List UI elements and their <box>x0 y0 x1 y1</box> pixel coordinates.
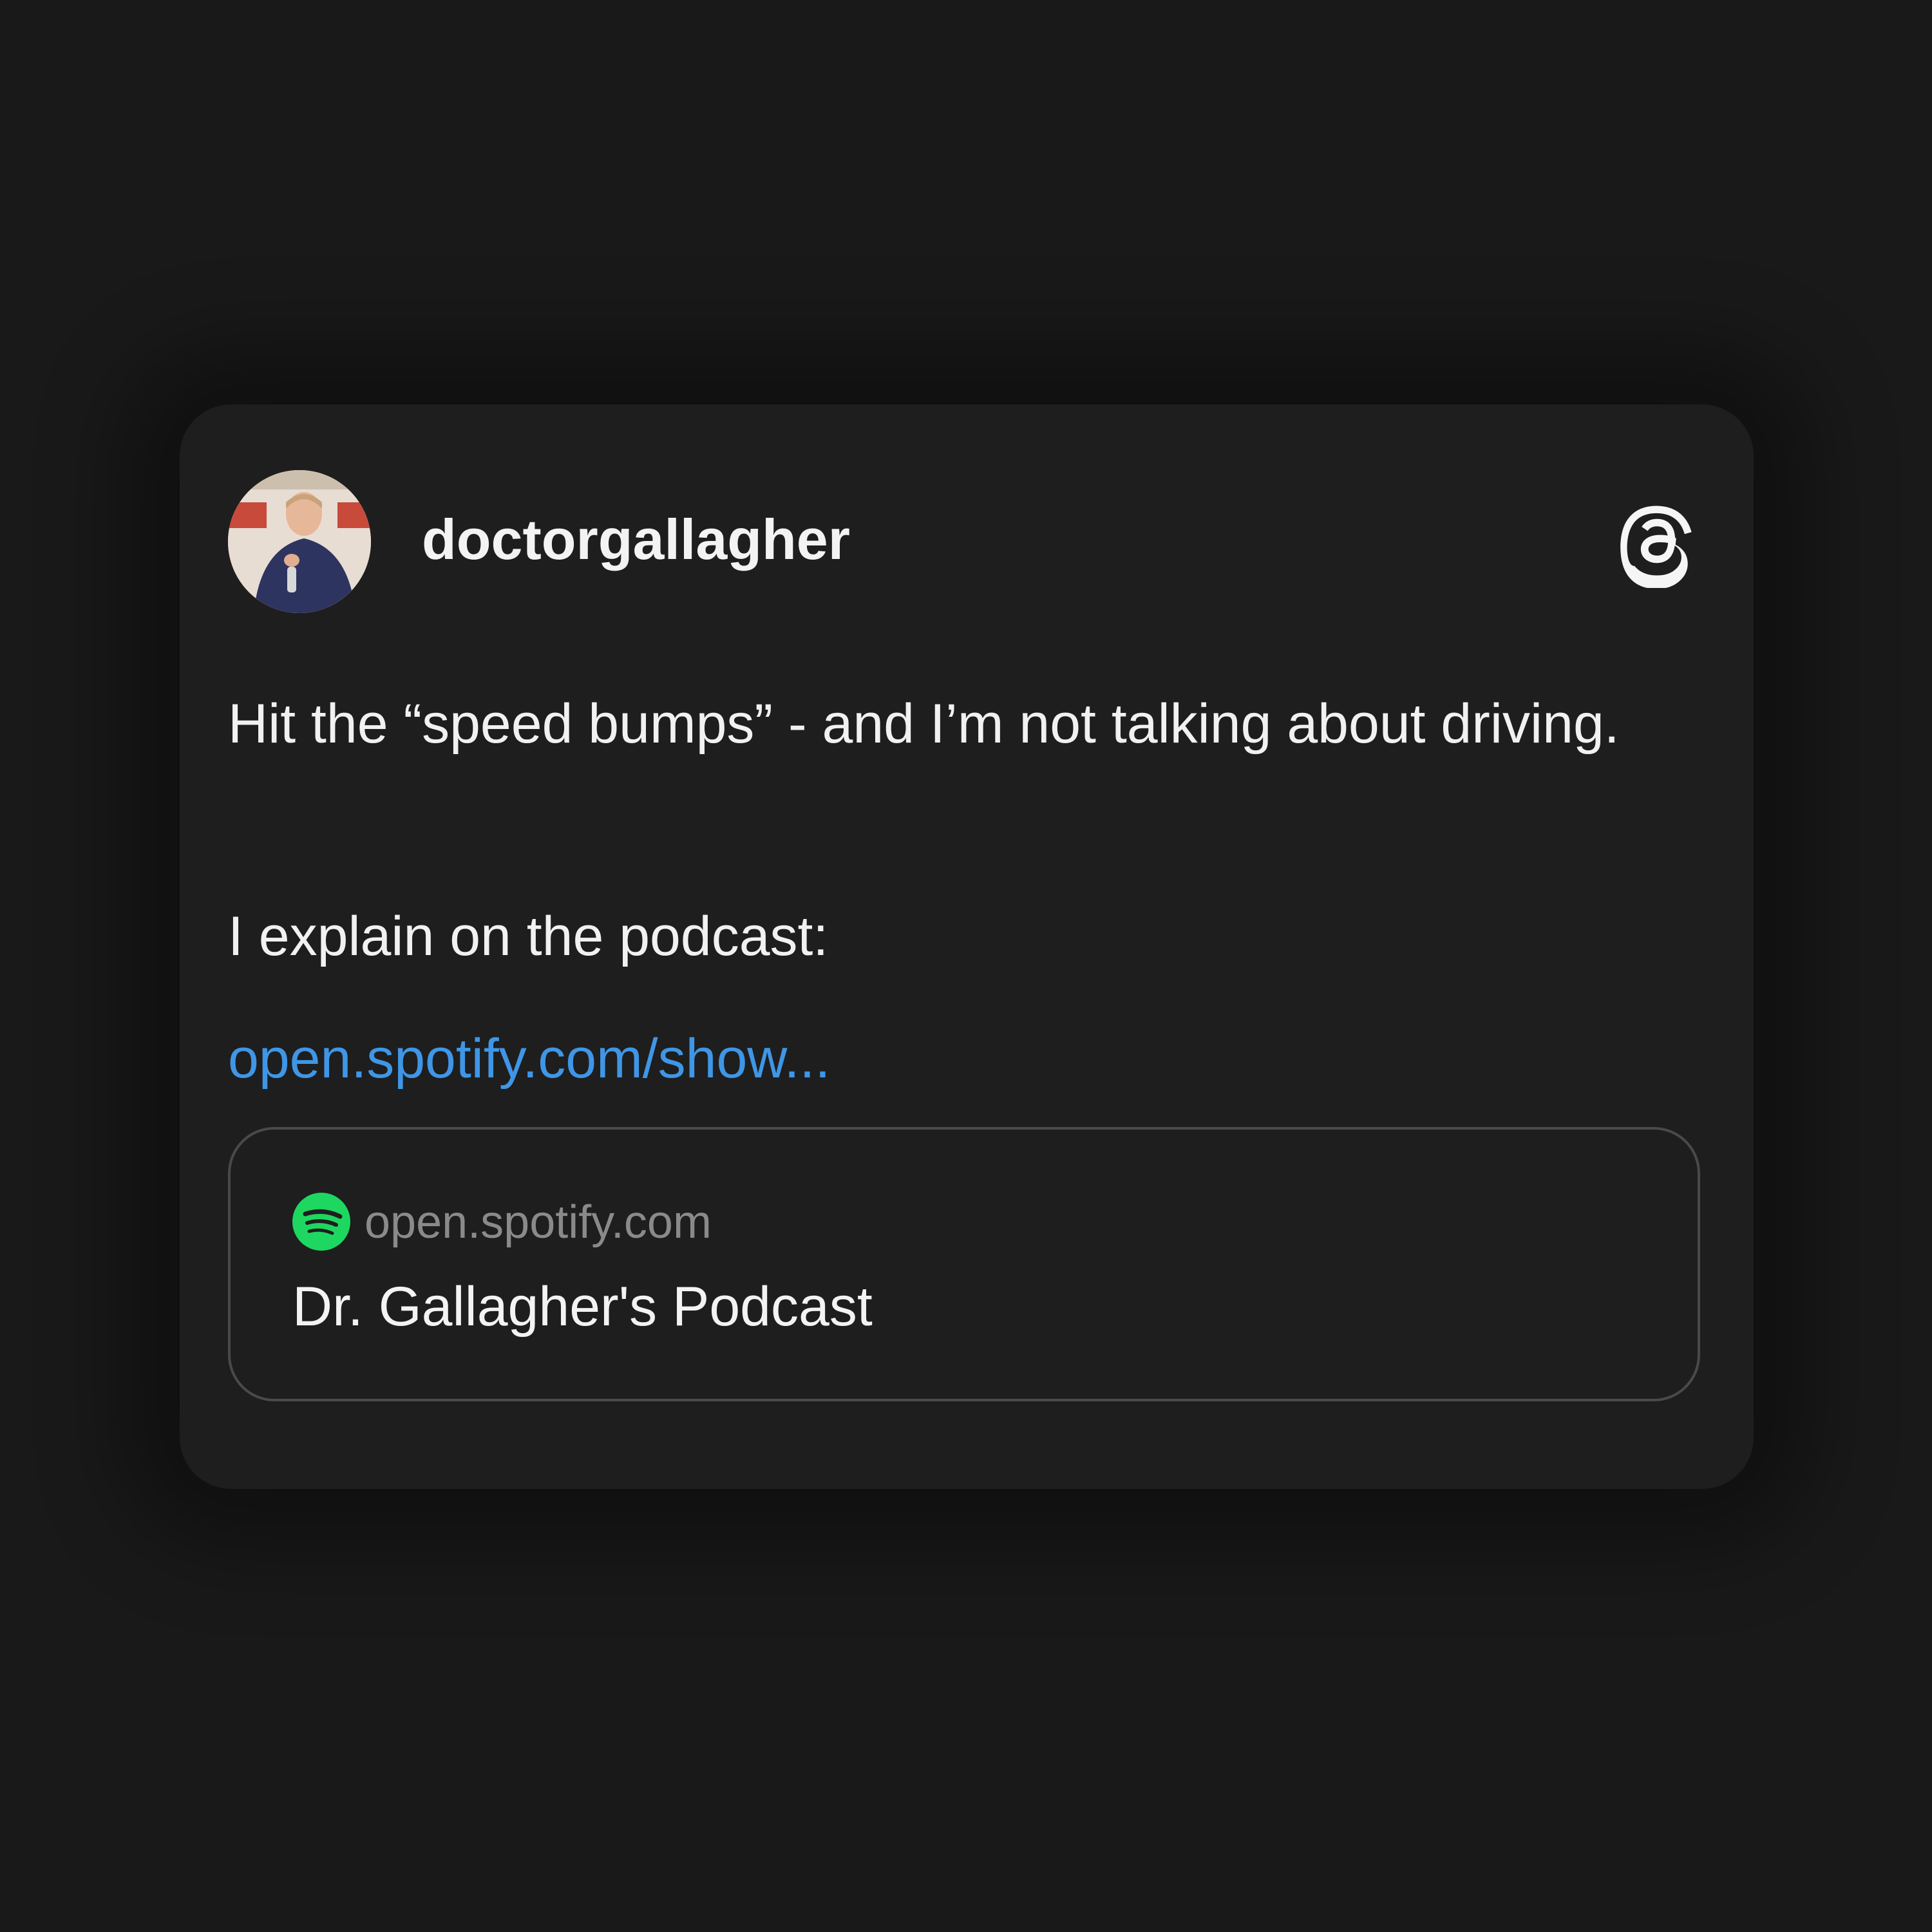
avatar[interactable] <box>228 470 371 613</box>
threads-icon[interactable] <box>1615 495 1698 588</box>
link-preview-title: Dr. Gallagher's Podcast <box>292 1276 873 1338</box>
link-preview-card[interactable]: open.spotify.com Dr. Gallagher's Podcast <box>228 1127 1700 1401</box>
threads-post-card: doctorgallagher Hit the “speed bumps” - … <box>180 404 1754 1489</box>
post-text-paragraph-2: I explain on the podcast: <box>228 905 829 967</box>
post-link[interactable]: open.spotify.com/show... <box>228 1016 830 1101</box>
spotify-icon <box>292 1193 350 1251</box>
post-text-paragraph-1: Hit the “speed bumps” - and I’m not talk… <box>228 693 1620 755</box>
username[interactable]: doctorgallagher <box>422 506 850 573</box>
link-preview-domain: open.spotify.com <box>365 1197 712 1248</box>
